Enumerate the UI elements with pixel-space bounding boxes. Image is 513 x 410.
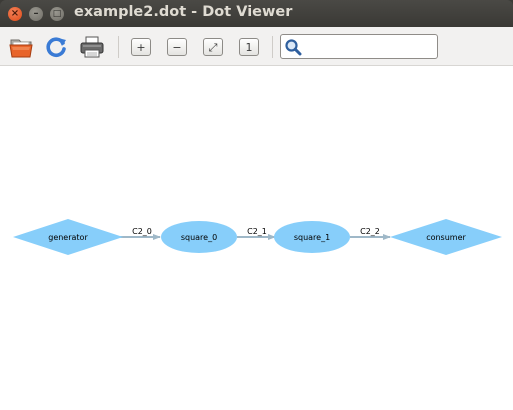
close-button[interactable]: × [8,7,22,21]
search-input[interactable] [303,37,433,56]
toolbar-separator [272,36,273,58]
edge-label-c2-0: C2_0 [132,227,152,236]
dot-viewer-window: × – □ example2.dot - Dot Viewer + − ⤢ 1 … [0,0,513,410]
reload-icon [46,37,66,57]
node-generator[interactable]: generator [13,219,123,255]
edge-label-c2-1: C2_1 [247,227,267,236]
toolbar-separator [118,36,119,58]
zoom-in-icon: + [136,40,146,54]
node-consumer[interactable]: consumer [390,219,502,255]
reload-button[interactable] [42,34,70,60]
maximize-button[interactable]: □ [50,7,64,21]
zoom-in-button[interactable]: + [131,38,151,56]
open-button[interactable] [8,34,36,60]
maximize-icon: □ [52,8,62,19]
edge-label-c2-2: C2_2 [360,227,380,236]
node-label-generator: generator [48,233,88,242]
folder-open-icon [9,39,33,58]
node-square-1[interactable]: square_1 [274,221,350,253]
search-field[interactable] [280,34,438,59]
node-label-square-0: square_0 [181,233,217,242]
node-label-square-1: square_1 [294,233,330,242]
zoom-fit-icon: ⤢ [208,40,218,54]
zoom-out-button[interactable]: − [167,38,187,56]
print-button[interactable] [78,34,106,60]
printer-icon [80,36,104,58]
minimize-icon: – [33,8,39,19]
graph-drawing: C2_0 C2_1 C2_2 generator square_0 square… [13,219,502,255]
graph-canvas[interactable]: C2_0 C2_1 C2_2 generator square_0 square… [0,66,513,410]
zoom-fit-button[interactable]: ⤢ [203,38,223,56]
window-title: example2.dot - Dot Viewer [74,4,293,20]
close-icon: × [10,8,20,19]
minimize-button[interactable]: – [29,7,43,21]
title-bar[interactable]: × – □ example2.dot - Dot Viewer [0,0,513,27]
zoom-100-button[interactable]: 1 [239,38,259,56]
magnifier-icon [285,39,302,56]
zoom-100-icon: 1 [245,40,253,54]
node-square-0[interactable]: square_0 [161,221,237,253]
zoom-out-icon: − [172,40,182,54]
node-label-consumer: consumer [426,233,466,242]
